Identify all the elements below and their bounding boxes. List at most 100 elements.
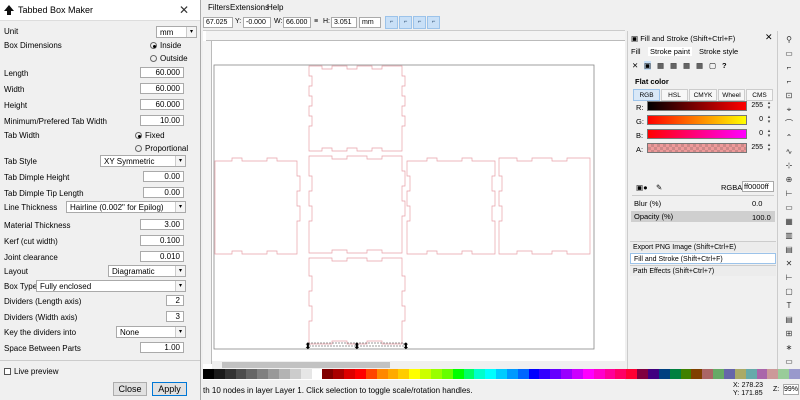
palette-swatch[interactable] bbox=[278, 369, 291, 379]
palette-swatch[interactable] bbox=[496, 369, 508, 379]
tab-fill[interactable]: Fill bbox=[631, 47, 641, 56]
rgba-input[interactable]: ff0000ff bbox=[742, 181, 774, 192]
snap-guide-icon[interactable]: ▥ bbox=[783, 230, 795, 241]
xml-editor-icon[interactable]: ▢ bbox=[783, 286, 795, 297]
dividers-length-input[interactable]: 2 bbox=[166, 295, 184, 306]
zoom-input[interactable]: 99% bbox=[783, 384, 799, 395]
close-icon[interactable]: ✕ bbox=[173, 2, 195, 18]
no-paint-icon[interactable]: ✕ bbox=[632, 61, 638, 70]
palette-swatch[interactable] bbox=[713, 369, 725, 379]
align-icon[interactable]: ⊢ bbox=[783, 272, 795, 283]
spin-icon[interactable]: ▴ ▾ bbox=[765, 115, 773, 125]
h-input[interactable]: 3.051 bbox=[331, 17, 357, 28]
palette-swatch[interactable] bbox=[582, 369, 595, 379]
mode-hsl[interactable]: HSL bbox=[661, 89, 688, 101]
snap-icon[interactable]: ⚲ bbox=[783, 34, 795, 45]
tab-dimple-tip-input[interactable]: 0.00 bbox=[143, 187, 184, 198]
channel-g-value[interactable]: 0 bbox=[749, 115, 763, 125]
snap-page-icon[interactable]: ▭ bbox=[783, 202, 795, 213]
palette-swatch[interactable] bbox=[626, 369, 638, 379]
palette-swatch[interactable] bbox=[658, 369, 671, 379]
color-picker-icon[interactable]: ✎ bbox=[656, 183, 662, 192]
snap-others-icon[interactable]: ▤ bbox=[783, 244, 795, 255]
palette-swatch[interactable] bbox=[745, 369, 758, 379]
spin-icon[interactable]: ▴ ▾ bbox=[765, 101, 773, 111]
channel-r-value[interactable]: 255 bbox=[749, 101, 763, 111]
live-preview-checkbox[interactable]: Live preview bbox=[4, 367, 58, 376]
palette-swatch[interactable] bbox=[387, 369, 399, 379]
flat-color-icon[interactable]: ▣ bbox=[644, 61, 652, 70]
unit-select[interactable]: mm ▾ bbox=[156, 26, 197, 38]
channel-a-value[interactable]: 255 bbox=[749, 143, 763, 153]
palette-swatch[interactable] bbox=[452, 369, 464, 379]
palette-swatch[interactable] bbox=[506, 369, 519, 379]
palette-swatch[interactable] bbox=[344, 369, 356, 379]
palette-swatch[interactable] bbox=[311, 369, 323, 379]
palette-swatch[interactable] bbox=[702, 369, 714, 379]
snap-intersections-icon[interactable]: ✕ bbox=[783, 258, 795, 269]
palette-swatch[interactable] bbox=[691, 369, 703, 379]
scrollbar-thumb[interactable] bbox=[222, 362, 390, 368]
space-between-input[interactable]: 1.00 bbox=[140, 342, 184, 353]
close-icon[interactable]: ✕ bbox=[765, 32, 773, 43]
more-icon[interactable]: ▭ bbox=[783, 356, 795, 367]
section-fill-stroke[interactable]: Fill and Stroke (Shift+Ctrl+F) bbox=[630, 253, 776, 264]
snap-smooth-icon[interactable]: ∿ bbox=[783, 146, 795, 157]
x-input[interactable]: 67.025 bbox=[203, 17, 233, 28]
drawing-canvas[interactable]: ⬍ ⬍ ⬍ bbox=[212, 41, 625, 361]
lock-icon[interactable]: ≡ bbox=[314, 18, 318, 25]
palette-swatch[interactable] bbox=[669, 369, 682, 379]
palette-swatch[interactable] bbox=[767, 369, 779, 379]
palette-swatch[interactable] bbox=[474, 369, 486, 379]
palette-swatch[interactable] bbox=[648, 369, 660, 379]
snap-node-icon[interactable]: ⌖ bbox=[783, 104, 795, 115]
palette-swatch[interactable] bbox=[398, 369, 410, 379]
close-button[interactable]: Close bbox=[113, 382, 147, 396]
palette-swatch[interactable] bbox=[224, 369, 237, 379]
horizontal-scrollbar[interactable] bbox=[212, 361, 625, 369]
line-thickness-select[interactable]: Hairline (0.002" for Epilog) ▾ bbox=[66, 201, 186, 213]
menu-filters[interactable]: Filters bbox=[208, 3, 230, 12]
radial-gradient-icon[interactable]: ▦ bbox=[670, 61, 677, 70]
apply-button[interactable]: Apply bbox=[152, 382, 187, 396]
snap-center-icon[interactable]: ⊡ bbox=[783, 90, 795, 101]
text-icon[interactable]: T bbox=[783, 300, 795, 311]
spin-icon[interactable]: ▴ ▾ bbox=[765, 129, 773, 139]
spin-icon[interactable]: ▴ ▾ bbox=[765, 143, 773, 153]
palette-swatch[interactable] bbox=[680, 369, 692, 379]
snap-bbox-icon[interactable]: ▭ bbox=[783, 48, 795, 59]
palette-swatch[interactable] bbox=[365, 369, 378, 379]
palette-swatch[interactable] bbox=[539, 369, 551, 379]
section-export-png[interactable]: Export PNG Image (Shift+Ctrl+E) bbox=[630, 241, 776, 252]
palette-swatch[interactable] bbox=[289, 369, 302, 379]
snap-midpoint-icon[interactable]: ⊹ bbox=[783, 160, 795, 171]
material-thickness-input[interactable]: 3.00 bbox=[140, 219, 184, 230]
tab-stroke-style[interactable]: Stroke style bbox=[699, 47, 738, 56]
w-input[interactable]: 66.000 bbox=[283, 17, 311, 28]
snap-corner-icon[interactable]: ⌐ bbox=[783, 76, 795, 87]
palette-swatch[interactable] bbox=[778, 369, 790, 379]
fixed-radio[interactable]: Fixed bbox=[135, 131, 165, 140]
palette-swatch[interactable] bbox=[268, 369, 280, 379]
tab-style-select[interactable]: XY Symmetric ▾ bbox=[100, 155, 186, 167]
key-dividers-select[interactable]: None ▾ bbox=[116, 326, 186, 338]
kerf-input[interactable]: 0.100 bbox=[140, 235, 184, 246]
move-gradients-icon[interactable]: ⌐ bbox=[413, 16, 426, 29]
unit-select[interactable]: mm bbox=[359, 17, 381, 28]
menu-help[interactable]: Help bbox=[267, 3, 283, 12]
palette-swatch[interactable] bbox=[593, 369, 606, 379]
blur-value[interactable]: 0.0 bbox=[752, 199, 762, 208]
snap-cusp-icon[interactable]: ⌃ bbox=[783, 132, 795, 143]
inside-radio[interactable]: Inside bbox=[150, 41, 181, 50]
palette-swatch[interactable] bbox=[615, 369, 627, 379]
palette-swatch[interactable] bbox=[517, 369, 530, 379]
palette-swatch[interactable] bbox=[213, 369, 226, 379]
objects-icon[interactable]: ⊞ bbox=[783, 328, 795, 339]
palette-swatch[interactable] bbox=[420, 369, 432, 379]
palette-swatch[interactable] bbox=[463, 369, 475, 379]
joint-clearance-input[interactable]: 0.010 bbox=[140, 251, 184, 262]
mode-cmyk[interactable]: CMYK bbox=[689, 89, 717, 101]
layout-select[interactable]: Diagramatic ▾ bbox=[108, 265, 186, 277]
palette-swatch[interactable] bbox=[409, 369, 421, 379]
linear-gradient-icon[interactable]: ▦ bbox=[657, 61, 664, 70]
